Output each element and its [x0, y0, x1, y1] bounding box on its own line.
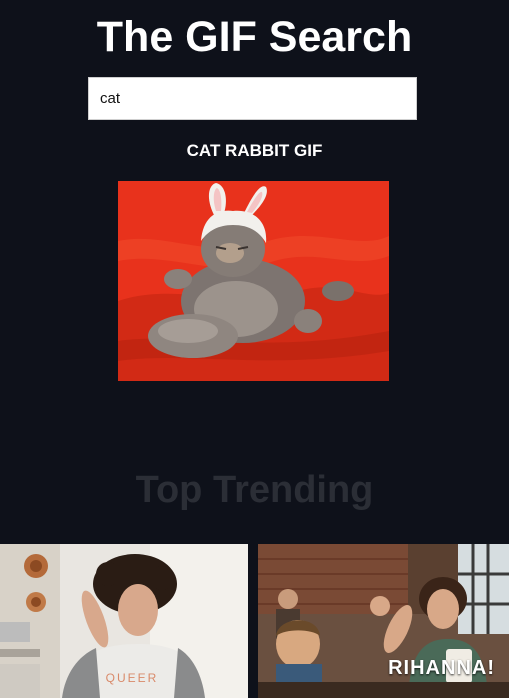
- trending-gif-1[interactable]: QUEER: [0, 544, 248, 698]
- gif-caption: RIHANNA!: [388, 657, 495, 679]
- cat-rabbit-gif-image: [118, 181, 389, 381]
- trending-gif-2[interactable]: RIHANNA!: [258, 544, 509, 698]
- trending-heading: Top Trending: [135, 469, 374, 511]
- trending-gif-image: QUEER: [0, 544, 248, 698]
- result-gif-image[interactable]: [118, 181, 389, 381]
- gif-search-app: The GIF Search CAT RABBIT GIF: [0, 0, 509, 698]
- result-gif-title: CAT RABBIT GIF: [186, 141, 323, 160]
- shirt-text: QUEER: [106, 671, 159, 685]
- page-title: The GIF Search: [96, 13, 413, 61]
- search-input[interactable]: [88, 77, 417, 120]
